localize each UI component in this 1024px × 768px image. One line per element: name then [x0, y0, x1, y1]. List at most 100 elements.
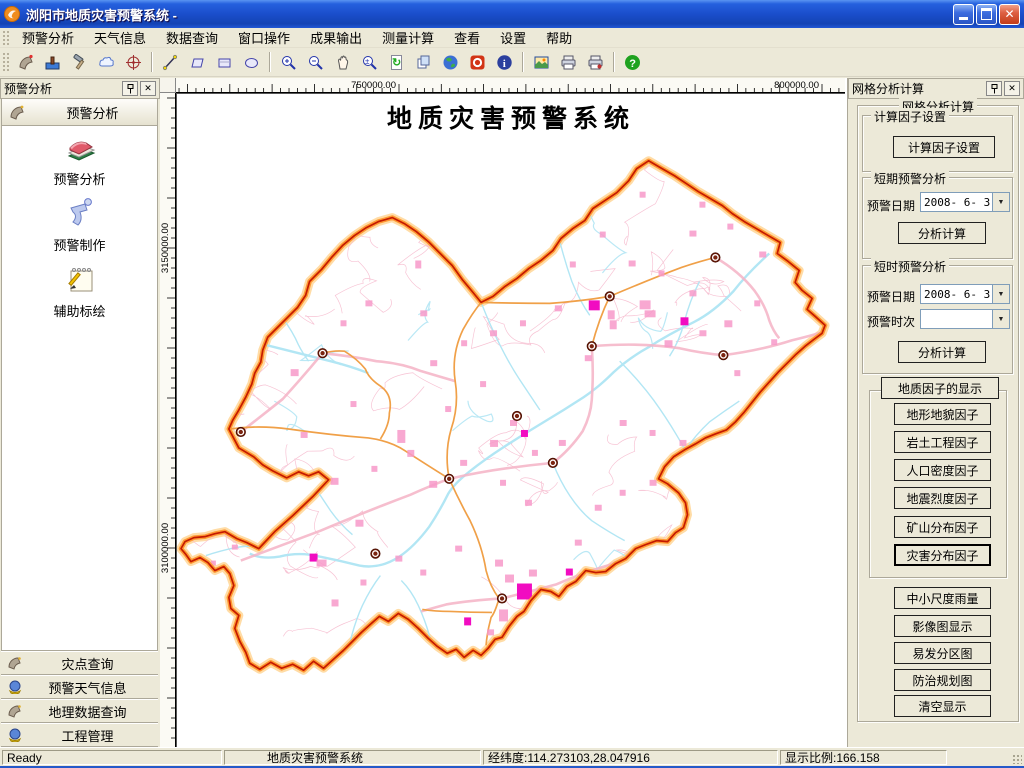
toolbar-grip[interactable] [2, 52, 9, 72]
ruler-left: 3150000.003100000.00 [160, 93, 176, 747]
menu-settings[interactable]: 设置 [490, 26, 536, 49]
select-tool-button[interactable] [13, 50, 38, 74]
dish-icon [8, 104, 28, 120]
chevron-down-icon[interactable]: ▼ [992, 310, 1009, 328]
rainfall-scale-button[interactable]: 中小尺度雨量 [894, 587, 991, 609]
geo-factor-display-button[interactable]: 地质因子的显示 [881, 377, 999, 399]
draw-polygon-icon [189, 54, 206, 71]
short-term-date-combo[interactable]: 2008- 6- 3 ▼ [920, 192, 1010, 212]
factor-terrain-button[interactable]: 地形地貌因子 [894, 403, 991, 425]
ruler-top: 750000.00800000.00 [176, 78, 845, 93]
copy-layers-button[interactable] [411, 50, 436, 74]
center-target-button[interactable] [121, 50, 146, 74]
factor-geotech-button[interactable]: 岩土工程因子 [894, 431, 991, 453]
toolbar-separator [269, 52, 271, 72]
toolbar-separator [613, 52, 615, 72]
sidebar-item-weather-info[interactable]: 预警天气信息 [1, 675, 158, 699]
clear-display-button[interactable]: 清空显示 [894, 695, 991, 717]
map-svg [177, 94, 846, 748]
refresh-view-button[interactable]: ↻ [384, 50, 409, 74]
right-panel-titlebar: 网格分析计算 ✕ [848, 78, 1024, 99]
zoom-out-icon [307, 54, 324, 71]
toolbar-separator [151, 52, 153, 72]
menu-weather-info[interactable]: 天气信息 [84, 26, 156, 49]
draw-polygon-button[interactable] [185, 50, 210, 74]
help-button[interactable]: ? [620, 50, 645, 74]
draw-line-button[interactable] [158, 50, 183, 74]
left-panel-pin-button[interactable] [122, 81, 138, 96]
menu-warning-analysis[interactable]: 预警分析 [12, 26, 84, 49]
menu-grip[interactable] [2, 30, 9, 46]
edit-tool-button[interactable] [67, 50, 92, 74]
factor-population-button[interactable]: 人口密度因子 [894, 459, 991, 481]
menu-window-ops[interactable]: 窗口操作 [228, 26, 300, 49]
menu-data-query[interactable]: 数据查询 [156, 26, 228, 49]
short-time-date-combo[interactable]: 2008- 6- 3 ▼ [920, 284, 1010, 304]
draw-rectangle-button[interactable] [212, 50, 237, 74]
left-panel-header-label: 预警分析 [28, 103, 157, 122]
right-panel-pin-button[interactable] [986, 81, 1002, 96]
print-button[interactable] [556, 50, 581, 74]
chevron-down-icon[interactable]: ▼ [992, 193, 1009, 211]
minimize-icon [959, 17, 968, 20]
menu-help[interactable]: 帮助 [536, 26, 582, 49]
image-view-button[interactable] [529, 50, 554, 74]
svg-text:3100000.00: 3100000.00 [160, 523, 171, 573]
stop-load-button[interactable] [465, 50, 490, 74]
calc-factor-settings-button[interactable]: 计算因子设置 [893, 136, 995, 158]
tool-warning-make[interactable]: 预警制作 [2, 196, 157, 254]
minimize-button[interactable] [953, 4, 974, 25]
draw-ellipse-button[interactable] [239, 50, 264, 74]
zoom-extent-button[interactable]: ± [357, 50, 382, 74]
map-canvas[interactable]: 地质灾害预警系统 [176, 93, 845, 747]
short-term-run-button[interactable]: 分析计算 [898, 222, 986, 244]
factor-disaster-button[interactable]: 灾害分布因子 [894, 544, 991, 566]
sidebar-item-project-management[interactable]: 工程管理 [1, 723, 158, 747]
close-button[interactable]: ✕ [999, 4, 1020, 25]
short-term-group: 短期预警分析 [862, 177, 1013, 259]
tool-label: 辅助标绘 [2, 301, 157, 320]
edit-tool-icon [71, 54, 88, 71]
chevron-down-icon[interactable]: ▼ [992, 285, 1009, 303]
short-time-group-title: 短时预警分析 [871, 258, 949, 275]
sidebar-item-geo-data-query[interactable]: 地理数据查询 [1, 699, 158, 723]
resize-grip[interactable] [1012, 754, 1022, 764]
globe-button[interactable] [438, 50, 463, 74]
tool-warning-analysis[interactable]: 预警分析 [2, 132, 157, 188]
pin-icon [990, 84, 999, 94]
menu-result-output[interactable]: 成果输出 [300, 26, 372, 49]
factor-seismic-button[interactable]: 地震烈度因子 [894, 487, 991, 509]
short-term-date-label: 预警日期 [867, 197, 915, 214]
help-icon: ? [624, 54, 641, 71]
draw-rectangle-icon [216, 54, 233, 71]
right-panel-close-button[interactable]: ✕ [1004, 81, 1020, 96]
tool-aux-plot[interactable]: 辅助标绘 [2, 262, 157, 320]
short-time-session-combo[interactable]: ▼ [920, 309, 1010, 329]
globe-icon [442, 54, 459, 71]
factor-mine-button[interactable]: 矿山分布因子 [894, 516, 991, 538]
menu-view[interactable]: 查看 [444, 26, 490, 49]
right-panel: 网格分析计算 ✕ 网格分析计算 计算因子设置 计算因子设置 短期预警分析 预警日… [847, 78, 1024, 747]
menu-measure-calc[interactable]: 测量计算 [372, 26, 444, 49]
zoom-out-button[interactable] [303, 50, 328, 74]
zoom-in-button[interactable] [276, 50, 301, 74]
app-window: 浏阳市地质灾害预警系统 - ✕ 预警分析 天气信息 数据查询 窗口操作 成果输出… [0, 0, 1024, 768]
cloud-tool-button[interactable] [94, 50, 119, 74]
susceptibility-map-button[interactable]: 易发分区图 [894, 642, 991, 664]
info-button[interactable]: i [492, 50, 517, 74]
right-panel-title: 网格分析计算 [852, 80, 984, 97]
sidebar-item-disaster-query[interactable]: 灾点查询 [1, 651, 158, 675]
pan-button[interactable] [330, 50, 355, 74]
svg-text:?: ? [629, 58, 636, 70]
short-time-run-button[interactable]: 分析计算 [898, 341, 986, 363]
refresh-view-icon: ↻ [388, 54, 405, 71]
print-preview-button[interactable] [583, 50, 608, 74]
left-panel-close-button[interactable]: ✕ [140, 81, 156, 96]
prevention-plan-button[interactable]: 防治规划图 [894, 669, 991, 691]
status-system: 地质灾害预警系统 [224, 750, 481, 765]
image-display-button[interactable]: 影像图显示 [894, 615, 991, 637]
map-style-button[interactable] [40, 50, 65, 74]
gauge-icon [7, 728, 23, 742]
restore-button[interactable] [976, 4, 997, 25]
cloud-tool-icon [98, 54, 115, 71]
